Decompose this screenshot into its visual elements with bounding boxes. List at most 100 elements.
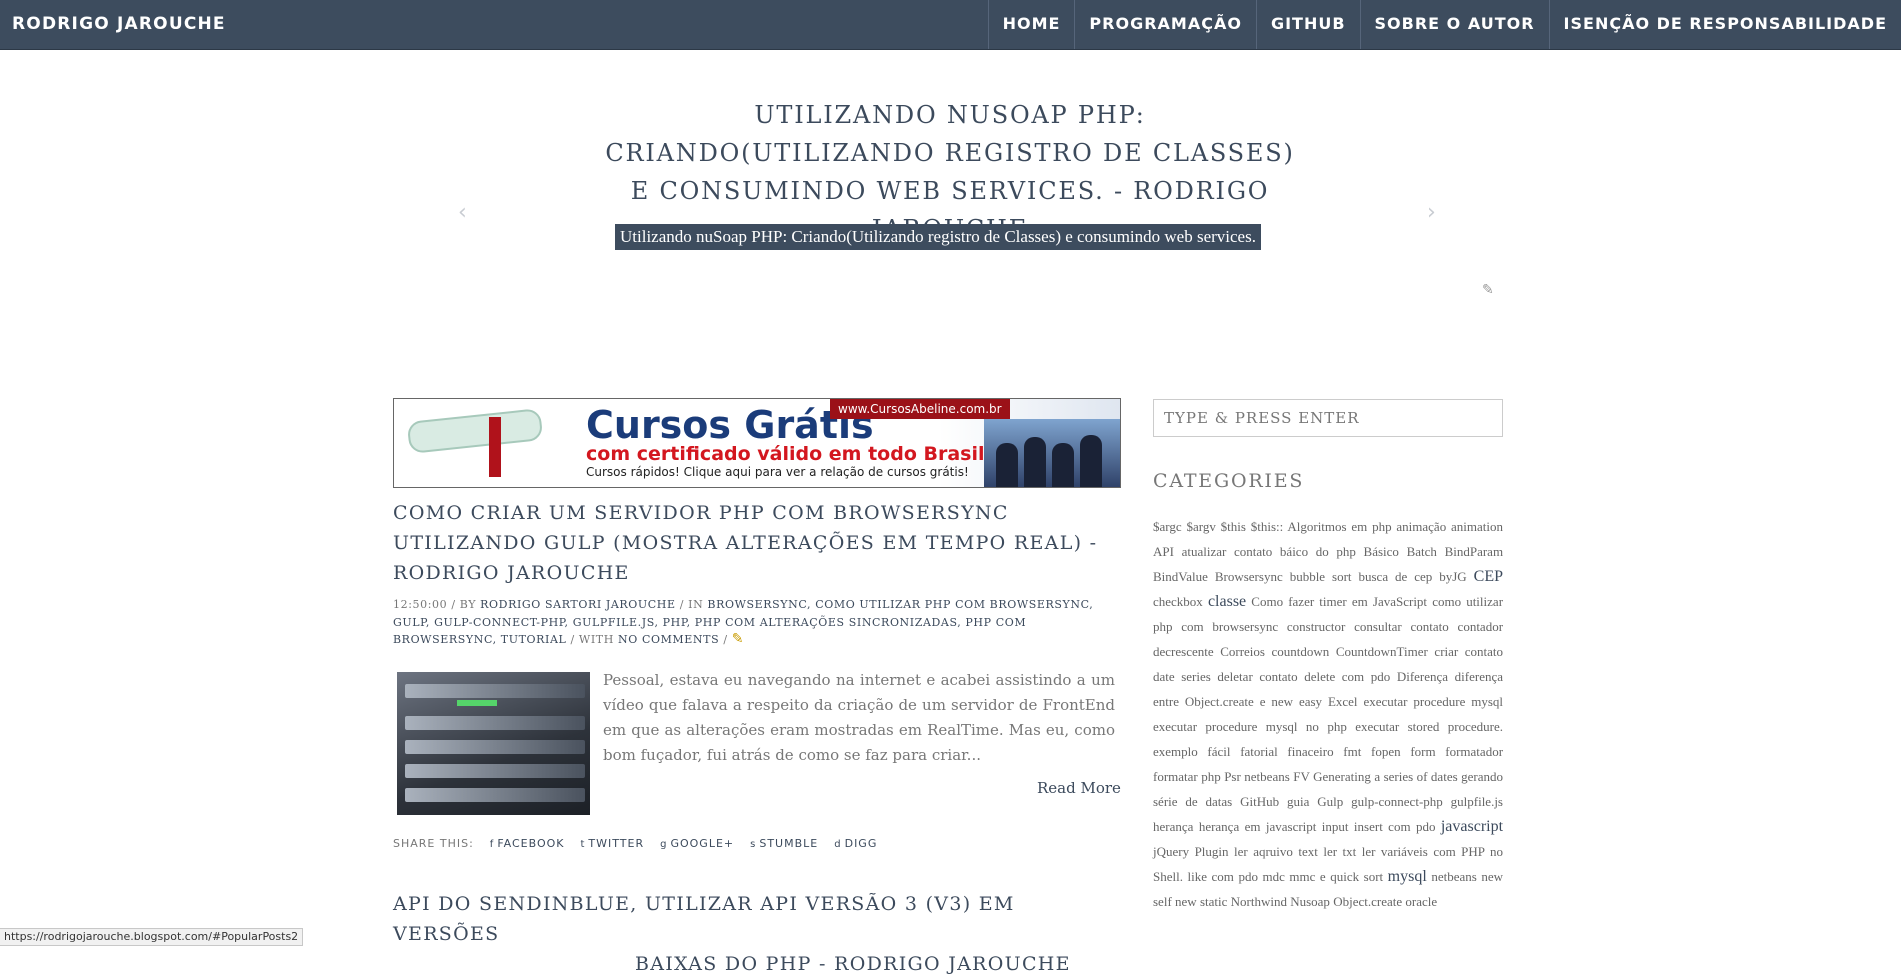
ad-banner[interactable]: Cursos Grátis com certificado válido em … [393,398,1121,488]
category-tag[interactable]: consultar contato [1354,619,1449,634]
category-tag[interactable]: jQuery Plugin [1153,844,1229,859]
category-tag[interactable]: Batch [1407,544,1437,559]
category-tag[interactable]: executar procedure mysql [1363,694,1503,709]
edit-gadget-icon[interactable]: ✎ [1482,282,1494,298]
slider-prev-arrow-icon[interactable]: ‹ [458,200,467,225]
nav-github[interactable]: GITHUB [1255,0,1360,49]
post-author-link[interactable]: RODRIGO SARTORI JAROUCHE [480,598,675,611]
next-post-title[interactable]: API DO SENDINBLUE, UTILIZAR API VERSÃO 3… [393,889,1123,979]
category-tag[interactable]: gulpfile.js [1451,794,1503,809]
nav-programacao[interactable]: PROGRAMAÇÃO [1074,0,1256,49]
category-tag[interactable]: finaceiro [1287,744,1333,759]
post-title[interactable]: COMO CRIAR UM SERVIDOR PHP COM BROWSERSY… [393,498,1123,588]
category-tag[interactable]: animation [1451,519,1503,534]
category-tag[interactable]: like com pdo [1188,869,1258,884]
category-tag[interactable]: Correios [1220,644,1265,659]
category-tag[interactable]: herança [1153,819,1193,834]
category-tag[interactable]: mysql [1388,868,1427,885]
category-tag[interactable]: Nusoap [1290,894,1330,909]
category-tag[interactable]: $argv [1186,519,1215,534]
category-tag[interactable]: formatador [1445,744,1503,759]
category-tag[interactable]: deletar contato [1217,669,1297,684]
category-tag[interactable]: criar contato [1434,644,1503,659]
category-tag[interactable]: BindParam [1445,544,1504,559]
category-tag[interactable]: CountdownTimer [1336,644,1428,659]
category-tag[interactable]: netbeans [1431,869,1476,884]
category-tag[interactable]: constructor [1287,619,1345,634]
category-tag[interactable]: fopen [1371,744,1401,759]
category-tag[interactable]: date series [1153,669,1211,684]
category-tag[interactable]: contador [1458,619,1503,634]
category-tag[interactable]: Gulp [1317,794,1343,809]
category-tag[interactable]: oracle [1405,894,1437,909]
category-tag[interactable]: javascript [1441,818,1503,835]
category-tag[interactable]: ler aqruivo text [1234,844,1318,859]
category-tag[interactable]: executar procedure mysql no php [1153,719,1347,734]
category-tag[interactable]: insert com pdo [1354,819,1436,834]
category-tag[interactable]: API [1153,544,1174,559]
nav-sobre-o-autor[interactable]: SOBRE O AUTOR [1359,0,1549,49]
category-tag[interactable]: exemplo fácil [1153,744,1231,759]
category-tag[interactable]: BindValue [1153,569,1208,584]
slider-next-arrow-icon[interactable]: › [1427,200,1436,225]
category-tag[interactable]: CEP [1474,568,1503,585]
category-tag[interactable]: Psr netbeans [1224,769,1290,784]
category-tag[interactable]: $argc [1153,519,1182,534]
category-tag[interactable]: atualizar contato [1182,544,1273,559]
category-tag[interactable]: Diferença [1397,669,1448,684]
site-brand[interactable]: RODRIGO JAROUCHE [12,0,226,49]
category-tag[interactable]: formatar php [1153,769,1221,784]
category-tag[interactable]: FV [1293,769,1309,784]
share-twitter[interactable]: t TWITTER [581,837,645,850]
meta-by-label: / BY [447,598,481,611]
category-tag[interactable]: Básico [1364,544,1399,559]
category-tag[interactable]: mdc [1262,869,1284,884]
share-stumble[interactable]: s STUMBLE [750,837,818,850]
share-digg[interactable]: d DIGG [834,837,877,850]
nav-home[interactable]: HOME [987,0,1075,49]
category-tag[interactable]: delete com pdo [1304,669,1390,684]
category-tag[interactable]: countdown [1272,644,1330,659]
category-tag[interactable]: $this [1221,519,1246,534]
category-tag[interactable]: easy [1299,694,1322,709]
category-tag[interactable]: guia [1287,794,1309,809]
category-tag[interactable]: animação [1396,519,1446,534]
category-tag[interactable]: Object.create [1333,894,1402,909]
category-tag[interactable]: Excel [1328,694,1358,709]
category-tag[interactable]: GitHub [1240,794,1279,809]
post-thumbnail-server-rack[interactable] [397,672,590,815]
post-comments-link[interactable]: NO COMMENTS [618,633,719,646]
category-tag[interactable]: gulp-connect-php [1351,794,1443,809]
search-input[interactable] [1153,399,1503,437]
category-tag[interactable]: Generating a series of dates [1313,769,1458,784]
share-facebook[interactable]: f FACEBOOK [490,837,565,850]
category-tag[interactable]: herança em javascript [1199,819,1317,834]
read-more-link[interactable]: Read More [1037,779,1121,797]
category-tag[interactable]: Como fazer timer em JavaScript [1251,594,1427,609]
category-tag[interactable]: báico do php [1280,544,1356,559]
category-tag[interactable]: fmt [1343,744,1361,759]
category-tag[interactable]: classe [1208,593,1246,610]
category-tag[interactable]: checkbox [1153,594,1203,609]
category-tag[interactable]: decrescente [1153,644,1214,659]
category-tag[interactable]: self [1153,894,1172,909]
nav-isencao-de-responsabilidade[interactable]: ISENÇÃO DE RESPONSABILIDADE [1548,0,1901,49]
category-tag[interactable]: executar stored procedure. [1355,719,1503,734]
category-tag[interactable]: byJG [1439,569,1466,584]
category-tag[interactable]: Northwind [1231,894,1287,909]
category-tag[interactable]: new [1481,869,1503,884]
category-tag[interactable]: form [1410,744,1435,759]
category-tag[interactable]: input [1322,819,1349,834]
category-tag[interactable]: ler txt [1323,844,1356,859]
edit-post-pencil-icon[interactable]: ✎ [732,631,744,647]
category-tag[interactable]: busca de cep [1358,569,1432,584]
category-tag[interactable]: fatorial [1240,744,1278,759]
category-tag[interactable]: bubble sort [1290,569,1352,584]
category-tag[interactable]: new static [1175,894,1227,909]
category-tag[interactable]: mmc e quick sort [1289,869,1383,884]
share-google-plus[interactable]: g GOOGLE+ [660,837,734,850]
category-tag[interactable]: Algoritmos em php [1287,519,1391,534]
category-tag[interactable]: $this:: [1251,519,1284,534]
category-tag-cloud: $argc $argv $this $this:: Algoritmos em … [1153,514,1503,914]
category-tag[interactable]: Browsersync [1215,569,1283,584]
